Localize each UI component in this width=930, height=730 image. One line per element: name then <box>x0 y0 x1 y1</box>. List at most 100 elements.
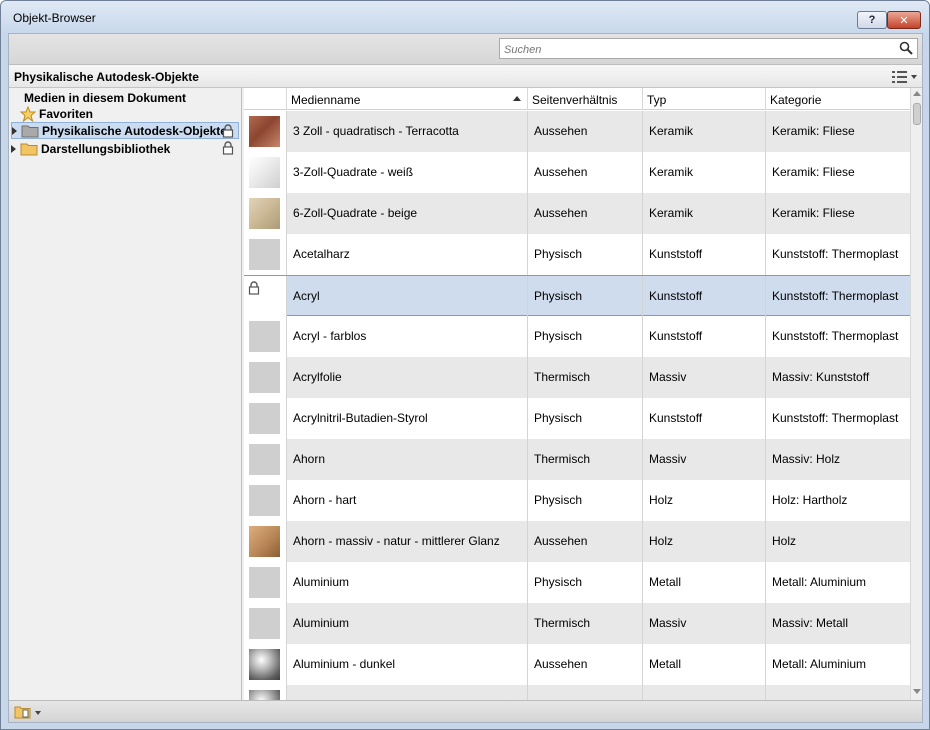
thumbnail-cell <box>244 276 287 317</box>
close-button[interactable]: ✕ <box>887 11 921 29</box>
table-row[interactable]: Acetalharz Physisch Kunststoff Kunststoff: … <box>244 234 910 275</box>
scroll-down-icon[interactable] <box>913 689 921 694</box>
table-row[interactable]: 3 Zoll - quadratisch - Terracotta Aussehe… <box>244 111 910 152</box>
table-row[interactable]: Ahorn Thermisch Massiv Massiv: Holz <box>244 439 910 480</box>
material-thumbnail <box>249 239 280 270</box>
material-thumbnail <box>249 608 280 639</box>
material-thumbnail <box>249 690 280 700</box>
column-header-name[interactable]: Medienname <box>287 88 528 110</box>
cell-category: Kunststoff: Thermoplast <box>772 411 899 425</box>
table-row[interactable]: Acryl Physisch Kunststoff Kunststoff: Therm… <box>244 275 910 317</box>
material-thumbnail <box>249 116 280 147</box>
table-row[interactable]: 3-Zoll-Quadrate - weiß Aussehen Keramik Ker… <box>244 152 910 193</box>
cell-name: Acrylfolie <box>287 357 528 398</box>
cell-category <box>766 685 910 700</box>
table-row[interactable]: Aluminium Physisch Metall Metall: Aluminium <box>244 562 910 603</box>
cell-ratio: Physisch <box>528 234 643 275</box>
table-row[interactable]: 6-Zoll-Quadrate - beige Aussehen Keramik Ke… <box>244 193 910 234</box>
material-thumbnail <box>249 362 280 393</box>
sort-ascending-icon <box>513 96 521 101</box>
thumbnail-cell <box>244 480 287 521</box>
table-row[interactable]: Acryl - farblos Physisch Kunststoff Kunstst… <box>244 316 910 357</box>
thumbnail-cell <box>244 152 287 193</box>
tree-item-autodesk-physical[interactable]: Physikalische Autodesk-Objekte <box>11 122 239 139</box>
thumbnail-cell <box>244 562 287 603</box>
cell-name: 3-Zoll-Quadrate - weiß <box>287 152 528 193</box>
thumbnail-cell <box>244 521 287 562</box>
thumbnail-cell <box>244 193 287 234</box>
table-row[interactable]: Aluminium - dunkel Aussehen Metall Metall: … <box>244 644 910 685</box>
column-header-type[interactable]: Typ <box>643 88 766 110</box>
cell-category: Kunststoff: Thermoplast <box>772 289 899 303</box>
column-header-category[interactable]: Kategorie <box>766 88 910 110</box>
materials-table: Medienname Seitenverhältnis Typ Kategori… <box>244 88 910 700</box>
column-header-thumbnail[interactable] <box>244 88 287 110</box>
material-thumbnail <box>249 321 280 352</box>
table-row[interactable]: Ahorn - hart Physisch Holz Holz: Hartholz <box>244 480 910 521</box>
close-icon: ✕ <box>899 14 909 27</box>
cell-type: Kunststoff <box>643 234 766 275</box>
search-input[interactable] <box>499 38 918 59</box>
cell-category: Holz: Hartholz <box>772 493 848 507</box>
thumbnail-cell <box>244 685 287 700</box>
table-row[interactable]: Ahorn - massiv - natur - mittlerer Glanz… <box>244 521 910 562</box>
cell-category: Massiv: Metall <box>772 616 849 630</box>
material-thumbnail <box>249 526 280 557</box>
column-header-ratio[interactable]: Seitenverhältnis <box>528 88 643 110</box>
thumbnail-cell <box>244 439 287 480</box>
table-row[interactable]: Aluminium Thermisch Massiv Massiv: Metall <box>244 603 910 644</box>
cell-category: Keramik: Fliese <box>772 165 855 179</box>
lock-icon <box>222 124 234 138</box>
help-button[interactable]: ? <box>857 11 887 29</box>
table-row[interactable] <box>244 685 910 700</box>
cell-type: Massiv <box>643 439 766 480</box>
cell-ratio: Physisch <box>528 316 643 357</box>
expand-arrow-icon[interactable] <box>12 126 17 135</box>
cell-type: Holz <box>643 521 766 562</box>
tree-item-document-media[interactable]: Medien in diesem Dokument <box>24 89 186 106</box>
thumbnail-cell <box>244 398 287 439</box>
cell-category: Holz <box>772 534 797 548</box>
tree-item-appearance-library[interactable]: Darstellungsbibliothek <box>11 140 239 157</box>
cell-name: Ahorn - hart <box>287 480 528 521</box>
title-bar[interactable]: Objekt-Browser ? ✕ <box>1 1 929 33</box>
cell-ratio: Physisch <box>528 480 643 521</box>
cell-name: 6-Zoll-Quadrate - beige <box>287 193 528 234</box>
object-browser-window: Objekt-Browser ? ✕ Physikalische Autodes… <box>0 0 930 730</box>
cell-category: Kunststoff: Thermoplast <box>772 329 899 343</box>
search-icon[interactable] <box>899 41 913 55</box>
cell-name: Ahorn - massiv - natur - mittlerer Glanz <box>287 521 528 562</box>
library-options-icon[interactable] <box>14 704 42 720</box>
cell-category: Metall: Aluminium <box>772 575 867 589</box>
scrollbar-thumb[interactable] <box>913 103 921 125</box>
cell-ratio: Aussehen <box>528 111 643 152</box>
help-icon: ? <box>868 14 876 26</box>
thumbnail-cell <box>244 111 287 152</box>
tree-item-favorites[interactable]: Favoriten <box>20 105 93 122</box>
material-thumbnail <box>249 567 280 598</box>
expand-arrow-icon[interactable] <box>11 144 16 153</box>
scroll-up-icon[interactable] <box>913 91 921 96</box>
footer-bar <box>9 700 922 722</box>
cell-ratio: Aussehen <box>528 193 643 234</box>
cell-ratio: Physisch <box>528 398 643 439</box>
vertical-scrollbar[interactable] <box>910 88 922 700</box>
cell-name: Acetalharz <box>287 234 528 275</box>
cell-type: Metall <box>643 644 766 685</box>
view-options-icon[interactable] <box>891 70 917 84</box>
lock-icon <box>248 281 260 295</box>
cell-name: Acrylnitril-Butadien-Styrol <box>287 398 528 439</box>
thumbnail-cell <box>244 357 287 398</box>
cell-name: Aluminium <box>287 562 528 603</box>
cell-type: Holz <box>643 480 766 521</box>
search-bar <box>9 34 922 65</box>
thumbnail-cell <box>244 644 287 685</box>
cell-type: Massiv <box>643 357 766 398</box>
cell-ratio: Physisch <box>528 276 643 317</box>
cell-category: Metall: Aluminium <box>772 657 867 671</box>
table-row[interactable]: Acrylfolie Thermisch Massiv Massiv: Kunstst… <box>244 357 910 398</box>
table-row[interactable]: Acrylnitril-Butadien-Styrol Physisch Kunst… <box>244 398 910 439</box>
cell-type: Keramik <box>643 152 766 193</box>
cell-name: Aluminium <box>287 603 528 644</box>
cell-type: Kunststoff <box>643 316 766 357</box>
